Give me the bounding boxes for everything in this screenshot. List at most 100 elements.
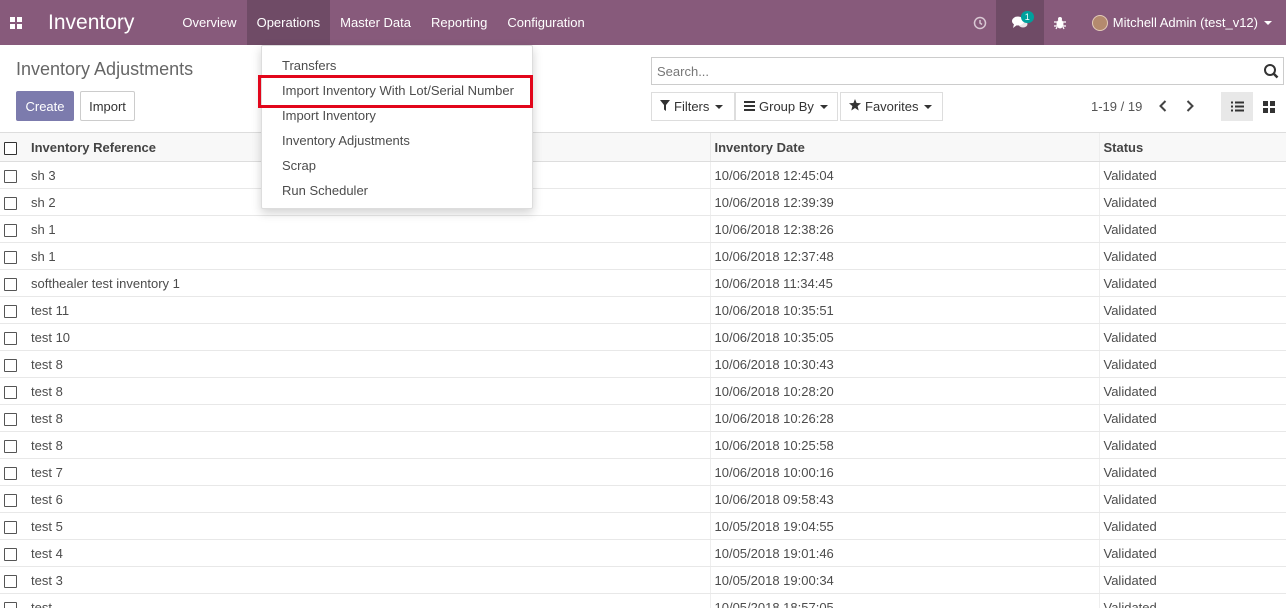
app-brand[interactable]: Inventory xyxy=(48,11,134,35)
table-row[interactable]: softhealer test inventory 1 10/06/2018 11… xyxy=(0,269,1286,297)
cell-reference: test xyxy=(27,593,710,608)
column-inventory-date[interactable]: Inventory Date xyxy=(709,132,1099,162)
column-status[interactable]: Status xyxy=(1098,132,1286,162)
row-checkbox[interactable] xyxy=(4,439,17,453)
filters-label: Filters xyxy=(674,99,710,114)
table-row[interactable]: sh 3 10/06/2018 12:45:04 Validated xyxy=(0,161,1286,189)
filters-button[interactable]: Filters xyxy=(651,92,735,121)
dropdown-item-inventory-adjustments[interactable]: Inventory Adjustments xyxy=(282,133,410,148)
dropdown-item-run-scheduler[interactable]: Run Scheduler xyxy=(282,183,368,198)
favorites-button[interactable]: Favorites xyxy=(840,92,943,121)
cell-reference: test 8 xyxy=(27,377,710,405)
cell-date: 10/05/2018 19:00:34 xyxy=(709,566,1099,594)
menu-configuration[interactable]: Configuration xyxy=(497,0,594,45)
table-row[interactable]: test 8 10/06/2018 10:30:43 Validated xyxy=(0,350,1286,378)
table-row[interactable]: test 3 10/05/2018 19:00:34 Validated xyxy=(0,566,1286,594)
import-button[interactable]: Import xyxy=(80,91,135,121)
cell-date: 10/06/2018 12:39:39 xyxy=(709,188,1099,216)
cell-status: Validated xyxy=(1098,431,1286,459)
cell-reference: test 3 xyxy=(27,566,710,594)
cell-reference: softhealer test inventory 1 xyxy=(27,269,710,297)
row-checkbox[interactable] xyxy=(4,250,17,264)
group-by-button[interactable]: Group By xyxy=(735,92,838,121)
dropdown-item-transfers[interactable]: Transfers xyxy=(282,58,336,73)
cell-date: 10/05/2018 18:57:05 xyxy=(709,593,1099,608)
cell-reference: test 10 xyxy=(27,323,710,351)
cell-reference: test 4 xyxy=(27,539,710,567)
table-row[interactable]: test 10 10/06/2018 10:35:05 Validated xyxy=(0,323,1286,351)
row-checkbox[interactable] xyxy=(4,358,17,372)
search-box xyxy=(651,57,1284,85)
pager-value[interactable]: 1-19 / 19 xyxy=(1091,99,1142,114)
row-checkbox[interactable] xyxy=(4,493,17,507)
row-checkbox[interactable] xyxy=(4,574,17,588)
caret-down-icon xyxy=(819,104,828,109)
group-by-label: Group By xyxy=(759,99,814,114)
row-checkbox[interactable] xyxy=(4,412,17,426)
table-row[interactable]: sh 1 10/06/2018 12:38:26 Validated xyxy=(0,215,1286,243)
table-row[interactable]: test 6 10/06/2018 09:58:43 Validated xyxy=(0,485,1286,513)
table-row[interactable]: test 5 10/05/2018 19:04:55 Validated xyxy=(0,512,1286,540)
pager-next-icon[interactable] xyxy=(1177,94,1203,118)
dropdown-item-scrap[interactable]: Scrap xyxy=(282,158,316,173)
table-row[interactable]: sh 1 10/06/2018 12:37:48 Validated xyxy=(0,242,1286,270)
cell-status: Validated xyxy=(1098,377,1286,405)
cell-date: 10/05/2018 19:04:55 xyxy=(709,512,1099,540)
table-row[interactable]: test 7 10/06/2018 10:00:16 Validated xyxy=(0,458,1286,486)
user-menu[interactable]: Mitchell Admin (test_v12) xyxy=(1076,0,1286,45)
cell-status: Validated xyxy=(1098,242,1286,270)
cell-status: Validated xyxy=(1098,404,1286,432)
table-row[interactable]: test 8 10/06/2018 10:25:58 Validated xyxy=(0,431,1286,459)
funnel-icon xyxy=(660,99,670,114)
row-checkbox[interactable] xyxy=(4,547,17,561)
table-row[interactable]: test 4 10/05/2018 19:01:46 Validated xyxy=(0,539,1286,567)
row-checkbox[interactable] xyxy=(4,601,17,608)
search-icon[interactable] xyxy=(1263,63,1279,79)
row-checkbox[interactable] xyxy=(4,277,17,291)
cell-status: Validated xyxy=(1098,296,1286,324)
menu-overview[interactable]: Overview xyxy=(172,0,246,45)
list-view-icon[interactable] xyxy=(1221,92,1253,121)
row-checkbox[interactable] xyxy=(4,331,17,345)
pager-previous-icon[interactable] xyxy=(1150,94,1176,118)
user-name: Mitchell Admin (test_v12) xyxy=(1112,15,1258,30)
table-row[interactable]: test 8 10/06/2018 10:28:20 Validated xyxy=(0,377,1286,405)
row-checkbox[interactable] xyxy=(4,466,17,480)
menu-operations[interactable]: Operations xyxy=(246,0,331,45)
row-checkbox[interactable] xyxy=(4,520,17,534)
caret-down-icon xyxy=(1264,20,1272,25)
cell-date: 10/06/2018 12:37:48 xyxy=(709,242,1099,270)
select-all-checkbox[interactable] xyxy=(4,141,17,155)
table-row[interactable]: test 8 10/06/2018 10:26:28 Validated xyxy=(0,404,1286,432)
cell-date: 10/06/2018 09:58:43 xyxy=(709,485,1099,513)
row-checkbox[interactable] xyxy=(4,223,17,237)
cell-status: Validated xyxy=(1098,485,1286,513)
cell-status: Validated xyxy=(1098,269,1286,297)
cell-date: 10/05/2018 19:01:46 xyxy=(709,539,1099,567)
dropdown-item-import-inventory[interactable]: Import Inventory xyxy=(282,108,376,123)
search-input[interactable] xyxy=(652,58,1242,84)
menu-master-data[interactable]: Master Data xyxy=(330,0,421,45)
create-button[interactable]: Create xyxy=(16,91,74,121)
table-row[interactable]: test 11 10/06/2018 10:35:51 Validated xyxy=(0,296,1286,324)
chat-badge: 1 xyxy=(1020,11,1034,23)
cell-date: 10/06/2018 10:35:05 xyxy=(709,323,1099,351)
menu-reporting[interactable]: Reporting xyxy=(421,0,497,45)
debug-bug-icon[interactable] xyxy=(1044,0,1076,45)
table-row[interactable]: sh 2 10/06/2018 12:39:39 Validated xyxy=(0,188,1286,216)
row-checkbox[interactable] xyxy=(4,196,17,210)
dropdown-item-import-lot-serial[interactable]: Import Inventory With Lot/Serial Number xyxy=(282,83,514,98)
apps-menu-icon[interactable] xyxy=(0,0,32,45)
cell-status: Validated xyxy=(1098,188,1286,216)
chat-bubbles-icon[interactable]: 1 xyxy=(995,0,1044,45)
table-row[interactable]: test 10/05/2018 18:57:05 Validated xyxy=(0,593,1286,608)
row-checkbox[interactable] xyxy=(4,169,17,183)
activity-clock-icon[interactable] xyxy=(964,0,996,45)
cell-date: 10/06/2018 11:34:45 xyxy=(709,269,1099,297)
kanban-view-icon[interactable] xyxy=(1253,92,1285,121)
row-checkbox[interactable] xyxy=(4,385,17,399)
page-title: Inventory Adjustments xyxy=(16,59,194,79)
cell-reference: sh 1 xyxy=(27,215,710,243)
cell-status: Validated xyxy=(1098,593,1286,608)
row-checkbox[interactable] xyxy=(4,304,17,318)
